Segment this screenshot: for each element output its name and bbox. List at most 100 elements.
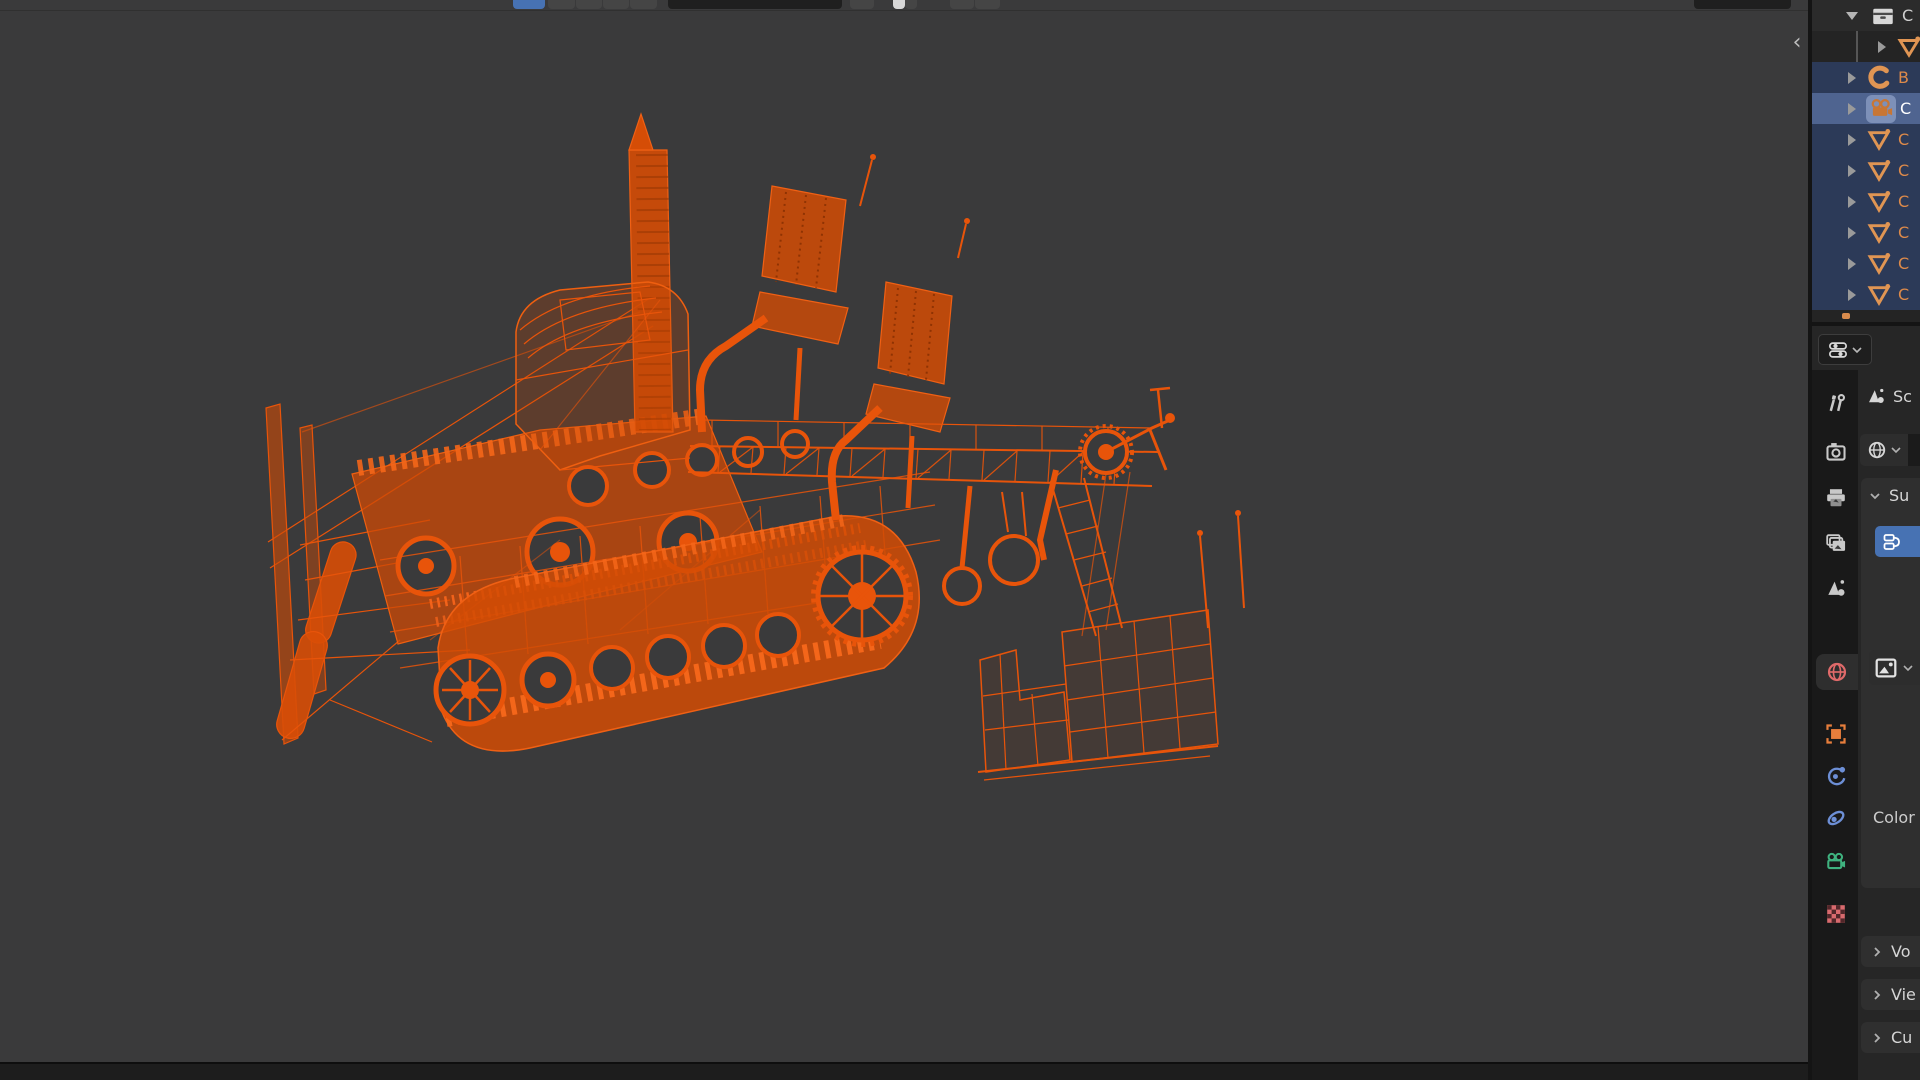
collapse-caret-icon[interactable]	[1846, 11, 1858, 20]
wireframe-model[interactable]	[0, 0, 1810, 1062]
outliner-item-label[interactable]: C	[1898, 223, 1909, 242]
outliner-item-label[interactable]: C	[1898, 285, 1909, 304]
globe-icon	[1868, 441, 1885, 459]
panel-expanded-icon	[1870, 492, 1880, 499]
world-name-field[interactable]	[1908, 434, 1920, 466]
expand-caret-icon[interactable]	[1848, 195, 1856, 208]
tab-object[interactable]	[1814, 716, 1858, 752]
right-panel-column: C B C C C C C C C Sc Su Color Vo Vie Cu	[1812, 0, 1920, 1080]
custom-properties-panel-label: Cu	[1891, 1028, 1913, 1047]
tab-physics[interactable]	[1814, 758, 1858, 794]
scene-breadcrumb-icon	[1869, 388, 1884, 403]
panel-collapsed-icon	[1874, 1032, 1881, 1043]
globe-icon	[1827, 662, 1847, 682]
expand-caret-icon[interactable]	[1848, 288, 1856, 301]
volume-panel-label: Vo	[1891, 942, 1911, 961]
outliner-item-label[interactable]: B	[1898, 68, 1909, 87]
expand-caret-icon[interactable]	[1848, 102, 1856, 115]
cone-spheres-icon	[1828, 580, 1845, 596]
mesh-data-icon	[1867, 252, 1891, 275]
expand-caret-icon[interactable]	[1878, 40, 1886, 53]
active-icon-highlight	[1866, 94, 1896, 123]
expand-caret-icon[interactable]	[1848, 257, 1856, 270]
tree-connector-line	[1856, 31, 1858, 62]
custom-properties-panel-header[interactable]: Cu	[1861, 1022, 1920, 1053]
chevron-down-icon	[1890, 447, 1901, 454]
outliner-row-mesh[interactable]: C	[1812, 248, 1920, 279]
chevron-down-icon	[1903, 664, 1913, 671]
tab-texture[interactable]	[1814, 896, 1858, 932]
camera-icon	[1871, 98, 1893, 116]
breadcrumb-scene-label: Sc	[1893, 386, 1912, 406]
surface-panel: Su Color	[1861, 478, 1920, 888]
environment-image-selector[interactable]	[1869, 650, 1920, 685]
wrench-screwdriver-icon	[1829, 394, 1846, 412]
timeline-strip[interactable]	[0, 1062, 1810, 1080]
panel-collapsed-icon	[1874, 989, 1881, 1000]
outliner-row-curve[interactable]: B	[1812, 62, 1920, 93]
surface-panel-header[interactable]: Su	[1869, 486, 1909, 505]
outliner-row-mesh[interactable]: C	[1812, 155, 1920, 186]
mesh-data-icon	[1867, 128, 1891, 151]
tab-scene[interactable]	[1814, 570, 1858, 606]
tab-constraints[interactable]	[1814, 800, 1858, 836]
outliner-item-label[interactable]: C	[1898, 254, 1909, 273]
outliner-item-label[interactable]: C	[1898, 161, 1909, 180]
tab-tool[interactable]	[1814, 386, 1858, 422]
outliner-row-mesh[interactable]: C	[1812, 124, 1920, 155]
properties-tab-strip	[1812, 370, 1858, 1080]
tab-object-data-camera[interactable]	[1814, 844, 1858, 880]
tab-render[interactable]	[1814, 434, 1858, 470]
mesh-data-icon	[1867, 283, 1891, 306]
chevron-down-icon	[1851, 346, 1862, 353]
outliner-row-collection[interactable]: C	[1812, 0, 1920, 31]
properties-editor: Sc Su Color Vo Vie Cu	[1812, 326, 1920, 1080]
mesh-data-icon	[1897, 35, 1920, 58]
outliner-row-clipped	[1842, 313, 1850, 319]
collection-icon	[1873, 8, 1893, 24]
outliner-row-mesh[interactable]: C	[1812, 186, 1920, 217]
world-browse-button[interactable]	[1860, 434, 1908, 466]
image-stack-icon	[1826, 534, 1846, 551]
properties-content: Sc Su Color Vo Vie Cu	[1858, 370, 1920, 1080]
outliner-item-label[interactable]: C	[1898, 130, 1909, 149]
volume-panel-header[interactable]: Vo	[1861, 936, 1920, 967]
properties-sliders-icon	[1828, 341, 1847, 358]
outliner-row-mesh[interactable]: C	[1812, 217, 1920, 248]
viewport-display-panel-header[interactable]: Vie	[1861, 979, 1920, 1010]
mesh-data-icon	[1867, 221, 1891, 244]
green-camera-icon	[1827, 852, 1846, 870]
outliner-row-camera-active[interactable]: C	[1812, 93, 1920, 124]
image-icon	[1875, 657, 1897, 678]
outliner-row-mesh[interactable]: C	[1812, 279, 1920, 310]
color-property-label: Color	[1873, 808, 1915, 827]
3d-viewport[interactable]: ‹	[0, 0, 1810, 1062]
curve-icon	[1868, 65, 1890, 89]
outliner-row-child-object[interactable]	[1812, 31, 1920, 62]
surface-panel-label: Su	[1889, 486, 1910, 505]
tab-world-active[interactable]	[1816, 654, 1858, 690]
breadcrumb[interactable]: Sc	[1866, 386, 1912, 406]
mesh-data-icon	[1867, 159, 1891, 182]
expand-caret-icon[interactable]	[1848, 133, 1856, 146]
constraint-clamp-icon	[1827, 810, 1845, 826]
viewport-display-panel-label: Vie	[1891, 985, 1916, 1004]
physics-orbit-icon	[1827, 766, 1846, 786]
editor-type-button[interactable]	[1818, 334, 1872, 365]
printer-icon	[1827, 489, 1845, 507]
expand-caret-icon[interactable]	[1848, 164, 1856, 177]
use-nodes-button[interactable]	[1875, 526, 1920, 557]
tab-view-layer[interactable]	[1814, 526, 1858, 562]
mesh-data-icon	[1867, 190, 1891, 213]
camera-back-icon	[1826, 443, 1846, 461]
outliner-editor[interactable]: C B C C C C C C C	[1812, 0, 1920, 322]
outliner-item-label[interactable]: C	[1898, 192, 1909, 211]
blender-window: ‹ C B C C C C C C C Sc Su Color Vo Vie C…	[0, 0, 1920, 1080]
outliner-item-label[interactable]: C	[1900, 99, 1911, 118]
object-square-icon	[1826, 724, 1846, 744]
tab-output[interactable]	[1814, 480, 1858, 516]
outliner-item-label[interactable]: C	[1902, 6, 1913, 25]
panel-collapsed-icon	[1874, 946, 1881, 957]
expand-caret-icon[interactable]	[1848, 226, 1856, 239]
expand-caret-icon[interactable]	[1848, 71, 1856, 84]
